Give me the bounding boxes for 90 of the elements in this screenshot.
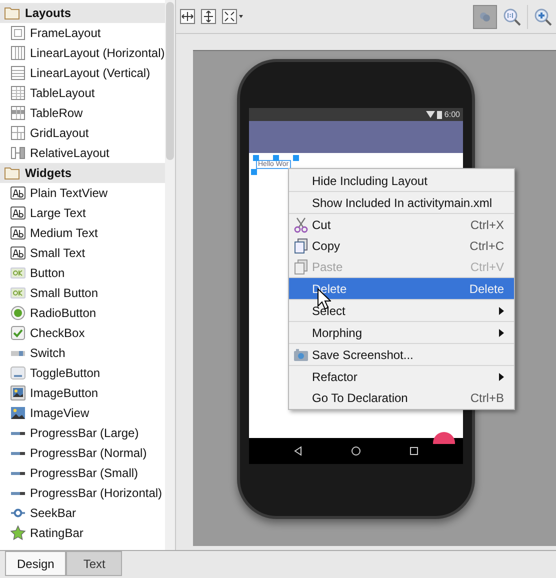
submenu-arrow-icon	[499, 306, 504, 314]
palette-item[interactable]: Switch	[0, 343, 165, 363]
resize-handle[interactable]	[293, 155, 299, 161]
grid-icon	[10, 125, 26, 141]
fit-width-icon[interactable]	[180, 9, 195, 24]
fit-height-icon[interactable]	[201, 9, 216, 24]
image-button-icon	[10, 385, 26, 401]
palette-item[interactable]: Small Button	[0, 283, 165, 303]
palette-item[interactable]: FrameLayout	[0, 23, 165, 43]
menu-item[interactable]: Hide Including Layout	[289, 170, 514, 191]
palette-item[interactable]: ProgressBar (Large)	[0, 423, 165, 443]
palette-item[interactable]: ImageView	[0, 403, 165, 423]
camera-icon	[293, 346, 309, 362]
table-icon	[10, 85, 26, 101]
resize-handle[interactable]	[251, 169, 257, 175]
menu-item[interactable]: Save Screenshot...	[289, 344, 514, 365]
paste-icon	[293, 258, 309, 274]
palette-item[interactable]: Large Text	[0, 203, 165, 223]
relative-layout-icon	[10, 145, 26, 161]
home-icon[interactable]	[351, 446, 361, 456]
palette-item[interactable]: ImageButton	[0, 383, 165, 403]
palette-item[interactable]: RelativeLayout	[0, 143, 165, 163]
recents-icon[interactable]	[409, 446, 419, 456]
palette-item[interactable]: Button	[0, 263, 165, 283]
menu-item[interactable]: Morphing	[289, 322, 514, 343]
menu-item[interactable]: Go To Declaration Ctrl+B	[289, 387, 514, 408]
palette-item[interactable]: TableLayout	[0, 83, 165, 103]
palette-item[interactable]: TableRow	[0, 103, 165, 123]
rows-icon	[10, 65, 26, 81]
zoom-actual-icon[interactable]	[503, 8, 521, 26]
battery-icon	[437, 110, 442, 118]
palette-item[interactable]: ToggleButton	[0, 363, 165, 383]
submenu-arrow-icon	[499, 328, 504, 336]
menu-item[interactable]: Select	[289, 300, 514, 321]
toggle-icon	[10, 365, 26, 381]
palette-item[interactable]: SeekBar	[0, 503, 165, 523]
submenu-arrow-icon	[499, 372, 504, 380]
status-bar: 6:00	[249, 108, 463, 121]
text-icon	[10, 225, 26, 241]
palette-item[interactable]: CheckBox	[0, 323, 165, 343]
palette-item[interactable]: Small Text	[0, 243, 165, 263]
checkbox-icon	[10, 325, 26, 341]
resize-handle[interactable]	[273, 155, 279, 161]
palette-item[interactable]: Medium Text	[0, 223, 165, 243]
star-icon	[10, 525, 26, 541]
overlap-icon	[479, 10, 491, 22]
zoom-in-icon[interactable]	[534, 8, 552, 26]
progress-bar-icon	[11, 432, 25, 434]
folder-icon	[4, 166, 20, 180]
menu-item[interactable]: Show Included In activitymain.xml	[289, 192, 514, 213]
button-icon	[10, 285, 26, 301]
editor-tab[interactable]: Design	[5, 551, 66, 576]
palette-category[interactable]: Widgets	[0, 163, 165, 183]
palette-item[interactable]: ProgressBar (Normal)	[0, 443, 165, 463]
scrollbar[interactable]	[164, 0, 175, 550]
frame-layout-icon	[10, 25, 26, 41]
table-row-icon	[10, 105, 26, 121]
progress-bar-icon	[11, 452, 25, 454]
palette-item[interactable]: RatingBar	[0, 523, 165, 543]
menu-item[interactable]: Delete Delete	[289, 278, 514, 299]
palette-item[interactable]: RadioButton	[0, 303, 165, 323]
menu-item[interactable]: Cut Ctrl+X	[289, 214, 514, 235]
scrollbar-thumb[interactable]	[166, 2, 174, 160]
palette-item[interactable]: Plain TextView	[0, 183, 165, 203]
progress-bar-icon	[11, 472, 25, 474]
button-icon	[10, 265, 26, 281]
copy-icon	[293, 238, 309, 254]
menu-item[interactable]: Copy Ctrl+C	[289, 235, 514, 256]
text-icon	[10, 245, 26, 261]
palette-item[interactable]: ProgressBar (Small)	[0, 463, 165, 483]
palette-item[interactable]: LinearLayout (Vertical)	[0, 63, 165, 83]
back-icon[interactable]	[293, 446, 303, 456]
scissors-icon	[293, 216, 309, 232]
progress-bar-icon	[11, 492, 25, 494]
resize-dropdown-icon[interactable]	[222, 9, 244, 24]
toggle-button[interactable]	[473, 4, 497, 28]
palette-item[interactable]: LinearLayout (Horizontal)	[0, 43, 165, 63]
folder-icon	[4, 6, 20, 20]
resize-handle[interactable]	[253, 155, 259, 161]
text-icon	[10, 185, 26, 201]
wifi-icon	[426, 111, 436, 118]
editor-tab[interactable]: Text	[66, 551, 122, 576]
palette-category[interactable]: Layouts	[0, 3, 165, 23]
text-icon	[10, 205, 26, 221]
menu-item[interactable]: Refactor	[289, 366, 514, 387]
palette-item[interactable]: GridLayout	[0, 123, 165, 143]
palette-item[interactable]: ProgressBar (Horizontal)	[0, 483, 165, 503]
image-icon	[10, 405, 26, 421]
columns-icon	[10, 45, 26, 61]
radio-icon	[10, 305, 26, 321]
